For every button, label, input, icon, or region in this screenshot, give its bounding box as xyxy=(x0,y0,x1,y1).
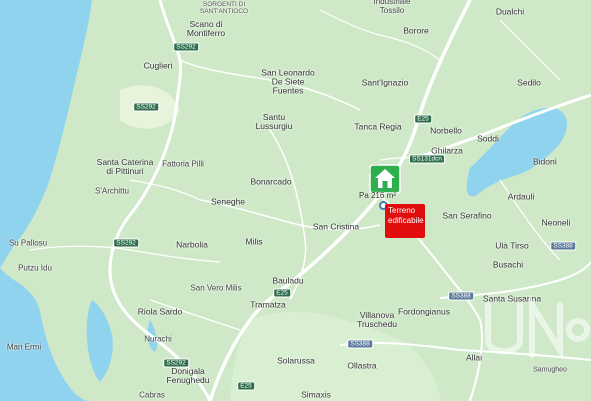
road-shield-e25: E25 xyxy=(273,288,291,298)
place-label-bidoni: Bidonì xyxy=(532,156,558,167)
place-label-donigala: Donigala Fenughedu xyxy=(166,366,210,385)
place-label-simaxis: Simaxis xyxy=(301,389,331,400)
place-label-ollastra: Ollastra xyxy=(347,360,377,371)
place-label-sedilo: Sedilo xyxy=(517,77,541,88)
road-shield-ss292: SS292 xyxy=(163,358,189,368)
place-label-solarussa: Solarussa xyxy=(277,355,315,366)
place-label-marermi: Mari Ermi xyxy=(6,342,42,352)
place-label-nurachi: Nurachi xyxy=(144,334,172,344)
place-label-bauladu: Bauladu xyxy=(272,275,304,286)
road-shield-ss292: SS292 xyxy=(173,42,199,52)
place-label-tancaregia: Tanca Regia xyxy=(354,121,402,132)
place-label-santulussurgiu: Santu Lussurgiu xyxy=(255,112,293,131)
place-label-neoneli: Neoneli xyxy=(541,217,571,228)
place-label-scano: Scano di Montiferro xyxy=(186,19,226,38)
place-label-soddi: Soddi xyxy=(477,133,499,144)
place-label-tramatza: Tramatza xyxy=(250,299,286,310)
road-shield-ss388: SS388 xyxy=(448,291,474,301)
place-label-industriale: Industriale Tossilo xyxy=(373,0,411,15)
place-label-sorgenti: SORGENTI DI SANT'ANTIOCO xyxy=(199,1,249,15)
place-label-villanova: Villanova Truschedu xyxy=(357,310,397,329)
place-label-ulatirso: Ulà Tirso xyxy=(495,240,529,251)
place-label-putzuidu: Putzu Idu xyxy=(18,263,52,273)
place-label-milis: Milis xyxy=(245,236,263,247)
place-label-riolasardo: Riola Sardo xyxy=(137,306,183,317)
road-shield-ss131dcn: SS131dcn xyxy=(409,154,445,164)
place-label-dualchi: Dualchi xyxy=(495,6,525,17)
place-label-narbolia: Narbolia xyxy=(176,239,208,250)
place-label-bonarcado: Bonarcado xyxy=(250,176,292,187)
place-label-busachi: Busachi xyxy=(492,259,524,270)
listing-area-label: Pa 216 m² xyxy=(359,191,396,200)
place-label-cuglieri: Cuglieri xyxy=(143,60,173,71)
map-view[interactable]: SORGENTI DI SANT'ANTIOCO Scano di Montifer… xyxy=(0,0,591,401)
place-label-fordongianus: Fordongianus xyxy=(398,306,450,317)
road-shield-e25: E25 xyxy=(237,381,255,391)
place-label-supallosu: Su Pallosu xyxy=(8,238,48,248)
place-label-seneghe: Seneghe xyxy=(210,196,246,207)
place-label-santacaterina: Santa Caterina di Pittinuri xyxy=(96,157,154,176)
road-shield-ss388: SS388 xyxy=(550,241,576,251)
listing-tag-line2: edificabile xyxy=(388,216,424,225)
road-shield-e25: E25 xyxy=(414,114,432,124)
place-label-sanserafino: San Serafino xyxy=(442,210,492,221)
place-label-cabras: Cabras xyxy=(139,390,165,400)
road-shield-ss292: SS292 xyxy=(113,238,139,248)
place-label-santignazio: Sant'Ignazio xyxy=(361,77,409,88)
place-label-borore: Borore xyxy=(403,25,429,36)
watermark-icon xyxy=(485,295,590,361)
place-label-sanveromilis: San Vero Milis xyxy=(190,283,242,293)
place-label-ardauli: Ardauli xyxy=(507,191,535,202)
listing-tag[interactable]: Terreno edificabile xyxy=(385,204,425,238)
road-shield-ss292: SS292 xyxy=(133,102,159,112)
listing-tag-line1: Terreno xyxy=(388,206,416,215)
place-label-santacristina: San Cristina xyxy=(312,221,360,232)
road-shield-ss388: SS388 xyxy=(347,339,373,349)
place-label-sarchittu: S'Archittu xyxy=(95,186,129,196)
home-pin-icon[interactable] xyxy=(368,161,402,195)
place-label-sanleonardo: San Leonardo De Siete Fuentes xyxy=(261,67,315,96)
place-label-norbello: Norbello xyxy=(430,125,462,136)
place-label-fattoria: Fattoria Pilli xyxy=(162,159,204,169)
